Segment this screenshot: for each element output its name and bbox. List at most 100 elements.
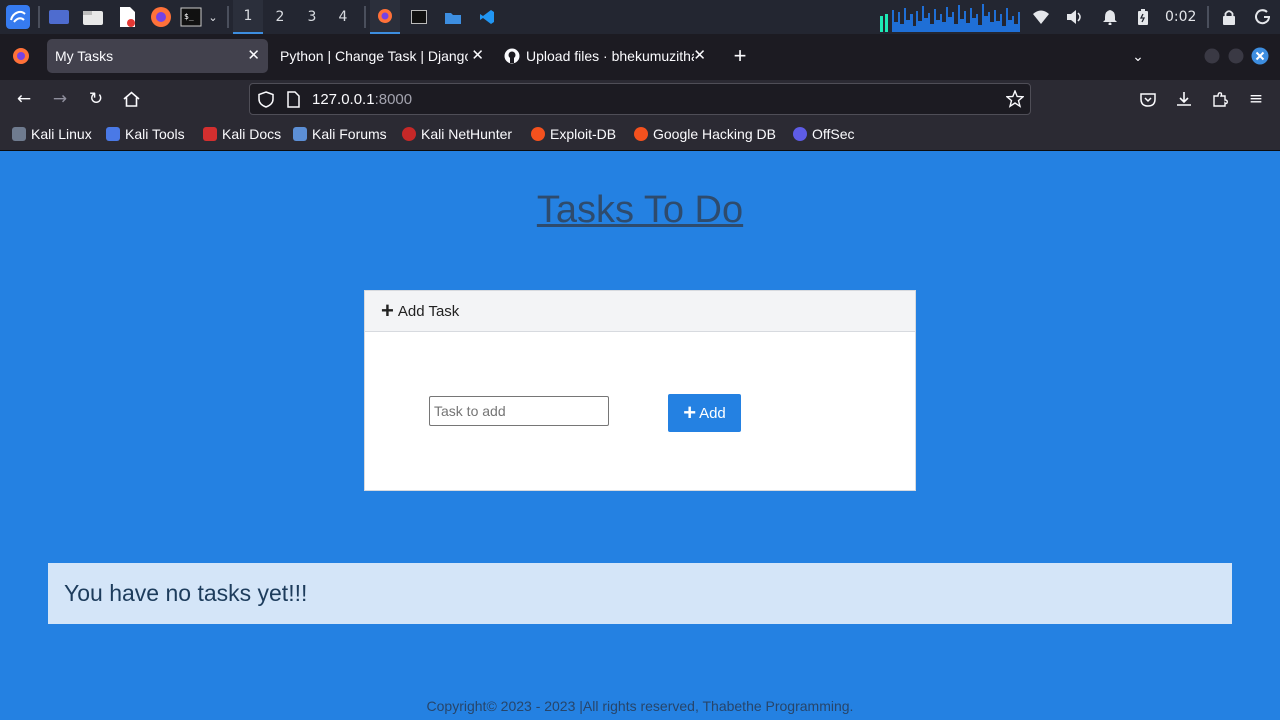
home-icon[interactable]: [118, 87, 144, 111]
add-task-card-header: + Add Task: [365, 291, 915, 332]
reload-icon[interactable]: ↻: [83, 87, 109, 111]
bookmark-label: Kali NetHunter: [421, 126, 513, 142]
plus-icon: +: [381, 298, 394, 323]
tab-title: Python | Change Task | Django: [280, 48, 468, 64]
window-close-icon[interactable]: [1250, 39, 1270, 73]
extensions-icon[interactable]: [1207, 87, 1233, 111]
bookmark-star-icon[interactable]: [1005, 89, 1025, 112]
taskbar-separator: [1207, 6, 1209, 28]
github-icon: [504, 48, 520, 64]
bookmark-kali-tools[interactable]: Kali Tools: [106, 126, 185, 142]
workspace-4[interactable]: 4: [328, 0, 358, 34]
cpu-graph-icon: [880, 2, 1020, 32]
add-button-label: Add: [699, 404, 726, 422]
tab-close-icon[interactable]: ✕: [247, 47, 260, 65]
kali-forums-icon: [293, 127, 307, 141]
kali-docs-icon: [203, 127, 217, 141]
url-port: :8000: [374, 91, 413, 108]
downloads-icon[interactable]: [1171, 87, 1197, 111]
list-all-tabs-icon[interactable]: ⌄: [1124, 39, 1152, 73]
tab-python-change-task[interactable]: Python | Change Task | Django ✕: [272, 39, 492, 73]
window-minimize-icon[interactable]: [1202, 39, 1222, 73]
bookmark-exploit-db[interactable]: Exploit-DB: [531, 126, 616, 142]
kali-tools-icon: [106, 127, 120, 141]
bookmark-label: Kali Linux: [31, 126, 92, 142]
bookmark-kali-nethunter[interactable]: Kali NetHunter: [402, 126, 512, 142]
exploit-db-icon: [531, 127, 545, 141]
pocket-icon[interactable]: [1135, 87, 1161, 111]
hamburger-menu-icon[interactable]: ≡: [1243, 87, 1269, 111]
bookmark-label: Kali Docs: [222, 126, 282, 142]
window-folder-icon[interactable]: [440, 5, 466, 29]
taskbar-separator: [364, 6, 366, 28]
bookmark-google-hacking-db[interactable]: Google Hacking DB: [634, 126, 776, 142]
firefox-view-icon[interactable]: [4, 39, 38, 73]
text-editor-icon[interactable]: [116, 5, 138, 29]
page-info-icon[interactable]: [286, 91, 300, 112]
tracking-shield-icon[interactable]: [258, 91, 274, 112]
tab-title: My Tasks: [55, 48, 114, 64]
taskbar-clock[interactable]: 0:02: [1165, 0, 1196, 34]
card-header-label: Add Task: [397, 302, 460, 320]
empty-tasks-message: You have no tasks yet!!!: [48, 563, 1232, 624]
task-input[interactable]: [429, 396, 609, 426]
browser-nav-bar: ← → ↻ 127.0.0.1:8000 ≡: [0, 80, 1280, 118]
notifications-bell-icon[interactable]: [1099, 5, 1121, 29]
kali-menu-icon[interactable]: [4, 5, 32, 29]
workspace-2[interactable]: 2: [265, 0, 295, 34]
window-vscode-icon[interactable]: [474, 5, 500, 29]
address-bar[interactable]: 127.0.0.1:8000: [249, 83, 1031, 115]
window-firefox-icon[interactable]: [370, 0, 400, 34]
url-host: 127.0.0.1: [312, 91, 375, 108]
bookmark-label: Kali Tools: [125, 126, 185, 142]
url-text: 127.0.0.1:8000: [312, 91, 412, 108]
new-tab-icon[interactable]: +: [726, 39, 754, 73]
ghdb-icon: [634, 127, 648, 141]
bookmark-kali-docs[interactable]: Kali Docs: [203, 126, 281, 142]
kali-dragon-icon: [12, 127, 26, 141]
os-taskbar: $_ ⌄ 1 2 3 4 0:02: [0, 0, 1280, 34]
show-desktop-icon[interactable]: [47, 5, 71, 29]
firefox-launcher-icon[interactable]: [149, 5, 173, 29]
file-manager-icon[interactable]: [81, 5, 105, 29]
svg-text:$_: $_: [184, 12, 194, 21]
tab-my-tasks[interactable]: My Tasks ✕: [47, 39, 268, 73]
forward-arrow-icon[interactable]: →: [47, 87, 73, 111]
bookmark-label: Google Hacking DB: [653, 126, 776, 142]
tab-close-icon[interactable]: ✕: [471, 47, 484, 65]
offsec-icon: [793, 127, 807, 141]
bookmark-label: Exploit-DB: [550, 126, 617, 142]
plus-icon: +: [683, 400, 697, 425]
bookmarks-toolbar: Kali Linux Kali Tools Kali Docs Kali For…: [0, 118, 1280, 151]
page-title[interactable]: Tasks To Do: [0, 189, 1280, 232]
back-arrow-icon[interactable]: ←: [11, 87, 37, 111]
add-task-card: + Add Task + Add: [364, 290, 916, 491]
bookmark-label: Kali Forums: [312, 126, 387, 142]
wifi-icon[interactable]: [1030, 5, 1052, 29]
workspace-1[interactable]: 1: [233, 0, 263, 34]
tab-close-icon[interactable]: ✕: [693, 47, 706, 65]
add-task-button[interactable]: + Add: [668, 394, 741, 432]
tab-upload-files[interactable]: Upload files · bhekumuzitha ✕: [496, 39, 714, 73]
workspace-3[interactable]: 3: [297, 0, 327, 34]
lock-screen-icon[interactable]: [1218, 5, 1240, 29]
power-menu-icon[interactable]: [1252, 5, 1274, 29]
page-footer: Copyright© 2023 - 2023 |All rights reser…: [426, 698, 854, 714]
nethunter-icon: [402, 127, 416, 141]
page-viewport: Tasks To Do + Add Task + Add You have no…: [0, 151, 1280, 720]
bookmark-label: OffSec: [812, 126, 855, 142]
bookmark-kali-forums[interactable]: Kali Forums: [293, 126, 387, 142]
terminal-launcher-icon[interactable]: $_: [179, 5, 203, 29]
window-terminal-icon[interactable]: [406, 5, 432, 29]
volume-icon[interactable]: [1064, 5, 1086, 29]
battery-icon[interactable]: [1133, 5, 1153, 29]
bookmark-offsec[interactable]: OffSec: [793, 126, 855, 142]
bookmark-kali-linux[interactable]: Kali Linux: [12, 126, 92, 142]
chevron-down-icon[interactable]: ⌄: [205, 5, 221, 29]
browser-tab-strip: My Tasks ✕ Python | Change Task | Django…: [0, 34, 1280, 80]
tab-title: Upload files · bhekumuzitha: [526, 48, 694, 64]
empty-message-text: You have no tasks yet!!!: [64, 580, 308, 606]
taskbar-separator: [38, 6, 40, 28]
window-maximize-icon[interactable]: [1226, 39, 1246, 73]
taskbar-separator: [227, 6, 229, 28]
